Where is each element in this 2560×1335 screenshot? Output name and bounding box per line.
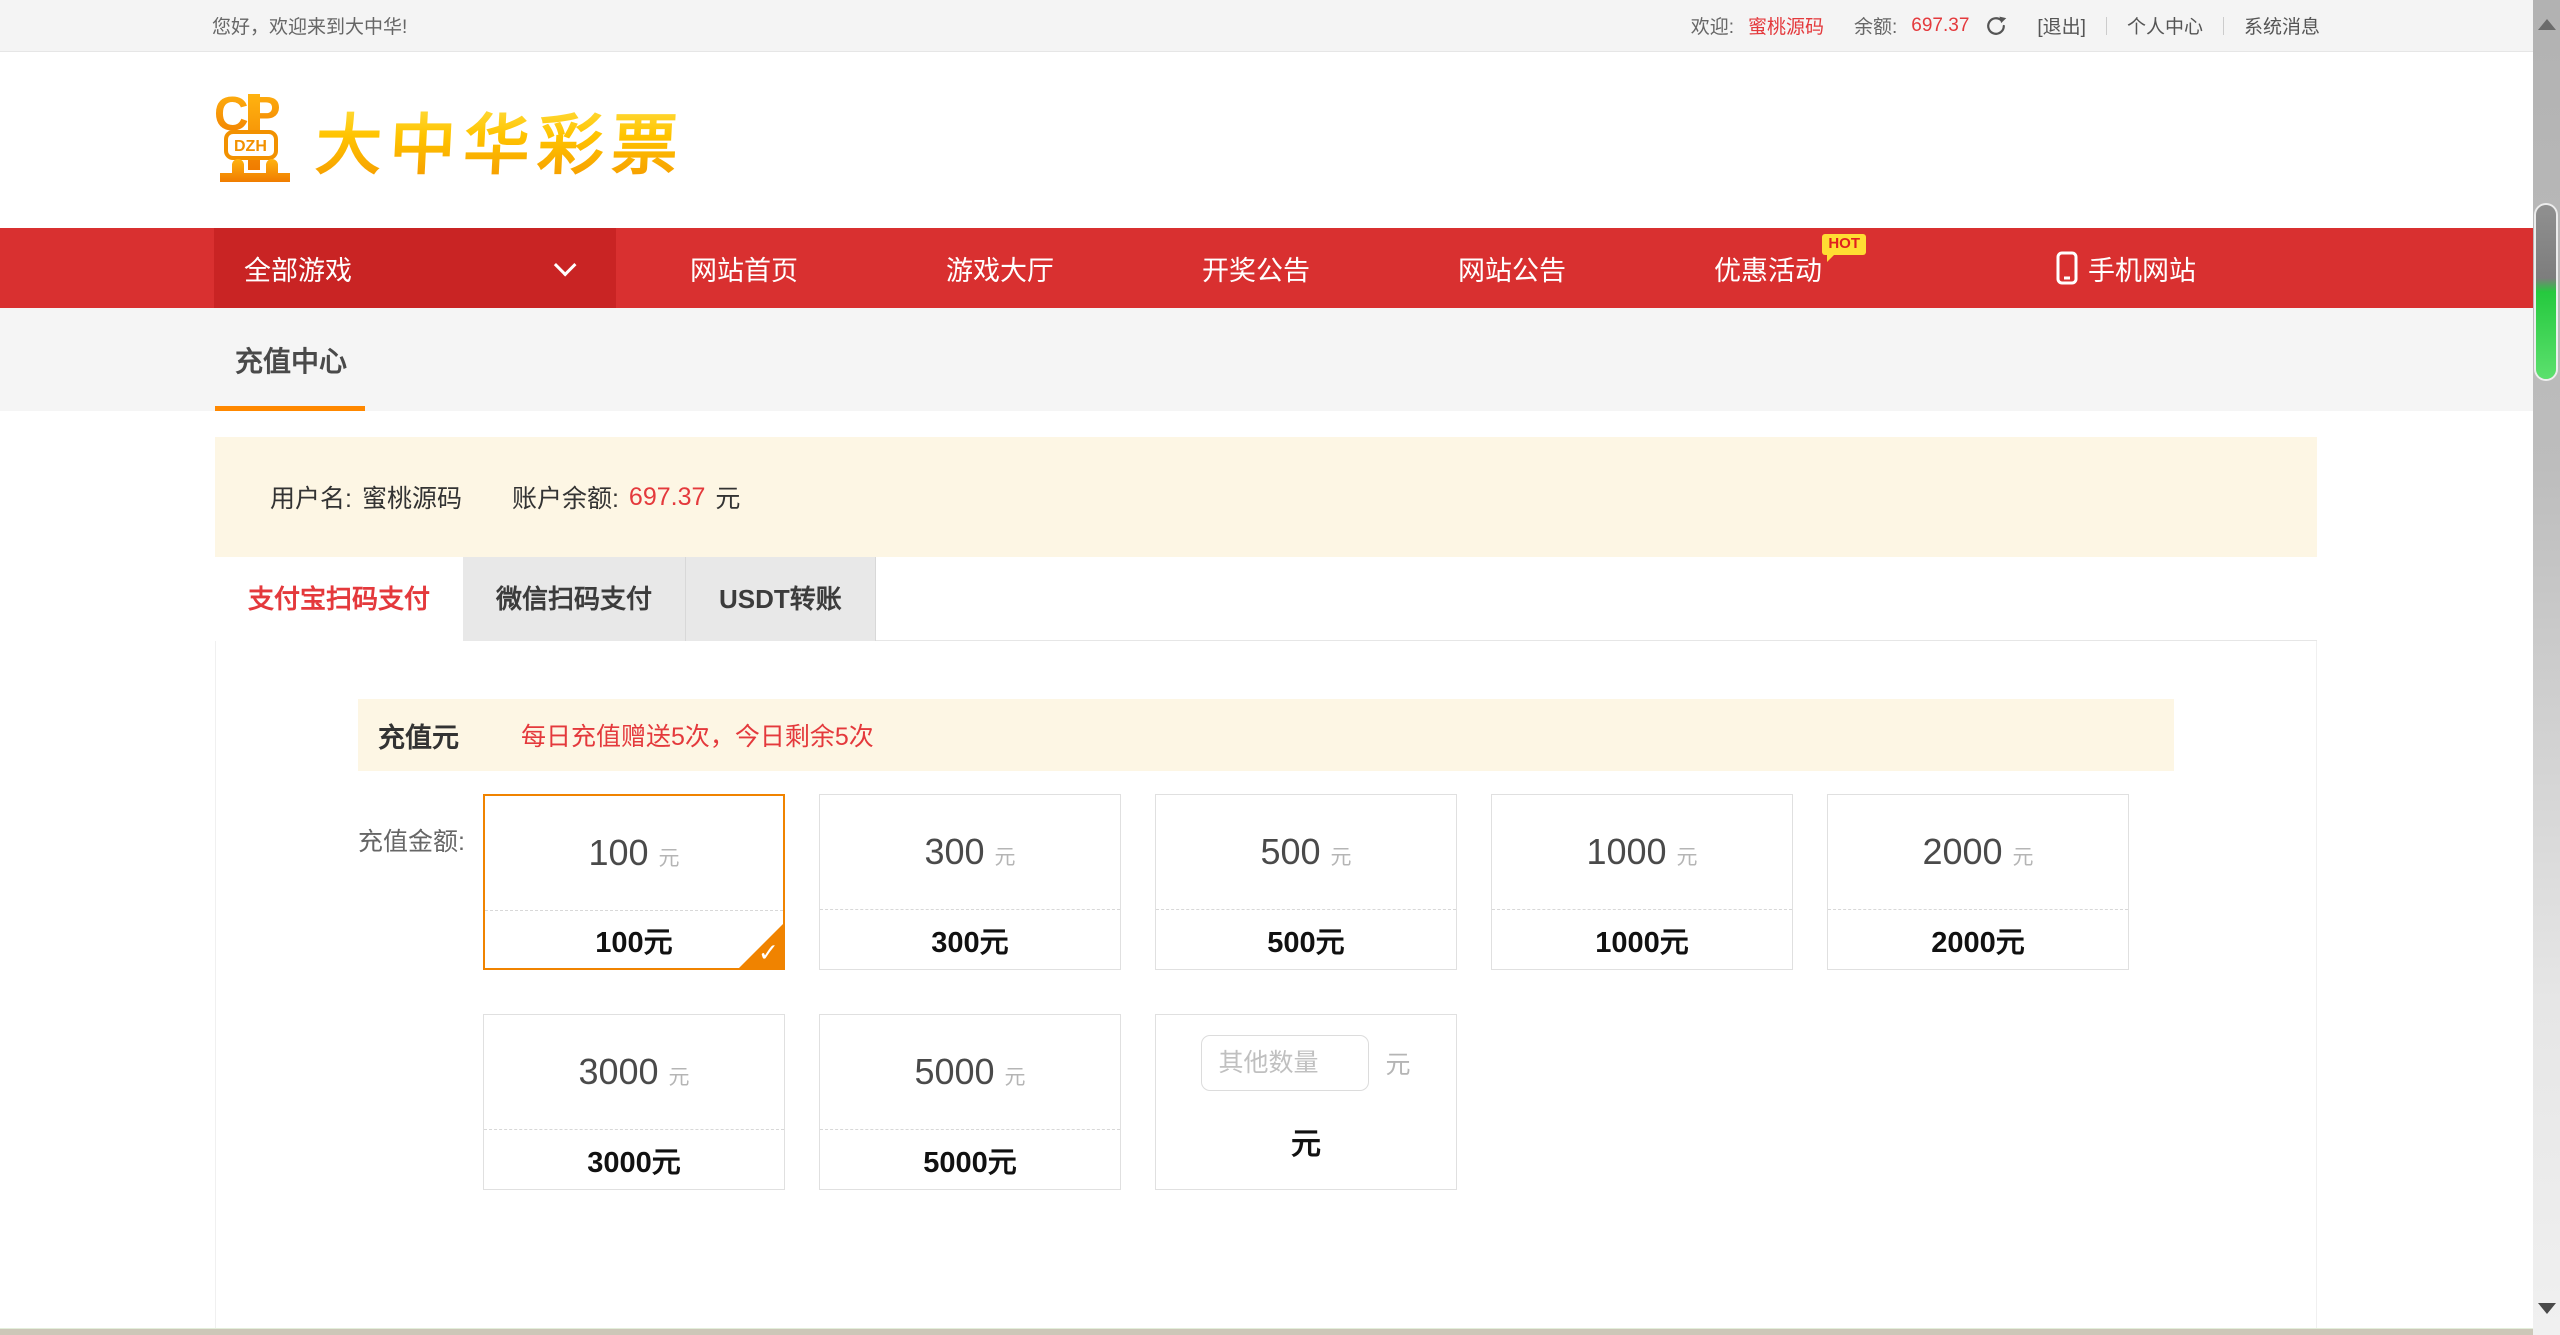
amount-caption: 2000元 (1828, 909, 2128, 969)
nav-item-label: 游戏大厅 (946, 249, 1054, 288)
site-name: 大中华彩票 (313, 92, 688, 188)
scroll-down-icon[interactable] (2538, 1303, 2556, 1323)
vertical-scrollbar[interactable] (2533, 0, 2560, 1335)
currency-label: 元 (715, 479, 740, 515)
amount-section: 充值金额: 100元100元✓300元300元500元500元1000元1000… (358, 794, 2174, 1234)
recharge-notice-text: 每日充值赠送5次，今日剩余5次 (521, 717, 874, 753)
topbar: 您好，欢迎来到大中华! 欢迎: 蜜桃源码 余额: 697.37 [退出] 个人中… (0, 0, 2560, 52)
nav-item-mobile-site[interactable]: 手机网站 (1956, 228, 2296, 308)
divider (2106, 17, 2107, 35)
main-nav: 全部游戏 网站首页 游戏大厅 开奖公告 网站公告 优惠活动HOT 手机网站 (0, 228, 2560, 308)
bottom-edge-strip (0, 1328, 2560, 1335)
scrollbar-thumb[interactable] (2536, 205, 2556, 379)
amount-caption: 500元 (1156, 909, 1456, 969)
scroll-up-icon[interactable] (2538, 10, 2556, 30)
custom-unit-label: 元 (1385, 1045, 1410, 1081)
nav-item-label: 优惠活动 (1714, 249, 1822, 288)
all-games-dropdown[interactable]: 全部游戏 (214, 228, 616, 308)
amount-caption: 1000元 (1492, 909, 1792, 969)
account-info-bar: 用户名: 蜜桃源码 账户余额: 697.37 元 (215, 437, 2317, 557)
main-content: 用户名: 蜜桃源码 账户余额: 697.37 元 支付宝扫码支付微信扫码支付US… (215, 437, 2317, 1335)
lottery-trophy-icon: CP DZH (212, 86, 304, 195)
account-balance-label: 账户余额: (512, 479, 619, 515)
site-logo[interactable]: CP DZH 大中华彩票 (212, 86, 686, 195)
amount-value: 100元 (485, 796, 783, 910)
payment-tab-usdt[interactable]: USDT转账 (686, 557, 876, 641)
nav-item-label: 网站公告 (1458, 249, 1566, 288)
payment-tab-alipay[interactable]: 支付宝扫码支付 (215, 557, 463, 641)
amount-caption: 3000元 (484, 1129, 784, 1189)
system-messages-link[interactable]: 系统消息 (2244, 12, 2320, 39)
amount-value: 2000元 (1828, 795, 2128, 909)
amount-value: 5000元 (820, 1015, 1120, 1129)
nav-item-label: 手机网站 (2088, 249, 2196, 288)
page-tab-strip: 充值中心 (0, 308, 2560, 411)
all-games-label: 全部游戏 (244, 249, 352, 288)
amount-value: 300元 (820, 795, 1120, 909)
amount-card-100[interactable]: 100元100元✓ (483, 794, 785, 970)
amount-caption: 5000元 (820, 1129, 1120, 1189)
nav-item-home[interactable]: 网站首页 (616, 228, 872, 308)
balance-label: 余额: (1854, 12, 1897, 39)
nav-items: 网站首页 游戏大厅 开奖公告 网站公告 优惠活动HOT 手机网站 (616, 228, 2296, 308)
amount-label: 充值金额: (358, 794, 483, 1234)
active-tab-underline (215, 406, 365, 411)
amount-card-1000[interactable]: 1000元1000元 (1491, 794, 1793, 970)
svg-text:DZH: DZH (234, 138, 267, 155)
nav-item-game-hall[interactable]: 游戏大厅 (872, 228, 1128, 308)
custom-caption: 元 (1156, 1119, 1456, 1163)
phone-icon (2056, 251, 2078, 285)
greeting-text: 您好，欢迎来到大中华! (212, 12, 407, 39)
balance-value: 697.37 (1911, 15, 1969, 37)
payment-tabs: 支付宝扫码支付微信扫码支付USDT转账 (215, 557, 2317, 641)
amount-value: 1000元 (1492, 795, 1792, 909)
amount-card-3000[interactable]: 3000元3000元 (483, 1014, 785, 1190)
amount-value: 3000元 (484, 1015, 784, 1129)
amount-caption: 300元 (820, 909, 1120, 969)
amount-value: 500元 (1156, 795, 1456, 909)
nav-item-draw-results[interactable]: 开奖公告 (1128, 228, 1384, 308)
recharge-section-title: 充值元 (378, 716, 459, 755)
custom-amount-card[interactable]: 元元 (1155, 1014, 1457, 1190)
personal-center-link[interactable]: 个人中心 (2127, 12, 2203, 39)
account-balance-value: 697.37 (629, 483, 705, 512)
logout-link[interactable]: [退出] (2037, 12, 2086, 39)
username-value: 蜜桃源码 (362, 479, 462, 515)
chevron-down-icon (554, 254, 577, 277)
nav-item-site-notice[interactable]: 网站公告 (1384, 228, 1640, 308)
amount-card-5000[interactable]: 5000元5000元 (819, 1014, 1121, 1190)
payment-tab-wechat[interactable]: 微信扫码支付 (463, 557, 686, 641)
username-link[interactable]: 蜜桃源码 (1748, 12, 1824, 39)
site-header: CP DZH 大中华彩票 (0, 52, 2560, 228)
amount-card-300[interactable]: 300元300元 (819, 794, 1121, 970)
divider (2223, 17, 2224, 35)
nav-item-label: 开奖公告 (1202, 249, 1310, 288)
page-title: 充值中心 (235, 340, 347, 380)
recharge-notice-bar: 充值元 每日充值赠送5次，今日剩余5次 (358, 699, 2174, 771)
refresh-balance-icon[interactable] (1985, 15, 2007, 37)
hot-badge: HOT (1822, 234, 1866, 255)
check-icon: ✓ (758, 938, 779, 968)
welcome-label: 欢迎: (1691, 12, 1734, 39)
amount-card-500[interactable]: 500元500元 (1155, 794, 1457, 970)
topbar-links: 欢迎: 蜜桃源码 余额: 697.37 [退出] 个人中心 系统消息 (1691, 12, 2320, 39)
recharge-panel: 充值元 每日充值赠送5次，今日剩余5次 充值金额: 100元100元✓300元3… (215, 641, 2317, 1335)
amount-options: 100元100元✓300元300元500元500元1000元1000元2000元… (483, 794, 2173, 1234)
custom-amount-input[interactable] (1201, 1035, 1369, 1091)
nav-item-promotions[interactable]: 优惠活动HOT (1640, 228, 1896, 308)
nav-item-label: 网站首页 (690, 249, 798, 288)
amount-card-2000[interactable]: 2000元2000元 (1827, 794, 2129, 970)
username-label: 用户名: (270, 479, 352, 515)
